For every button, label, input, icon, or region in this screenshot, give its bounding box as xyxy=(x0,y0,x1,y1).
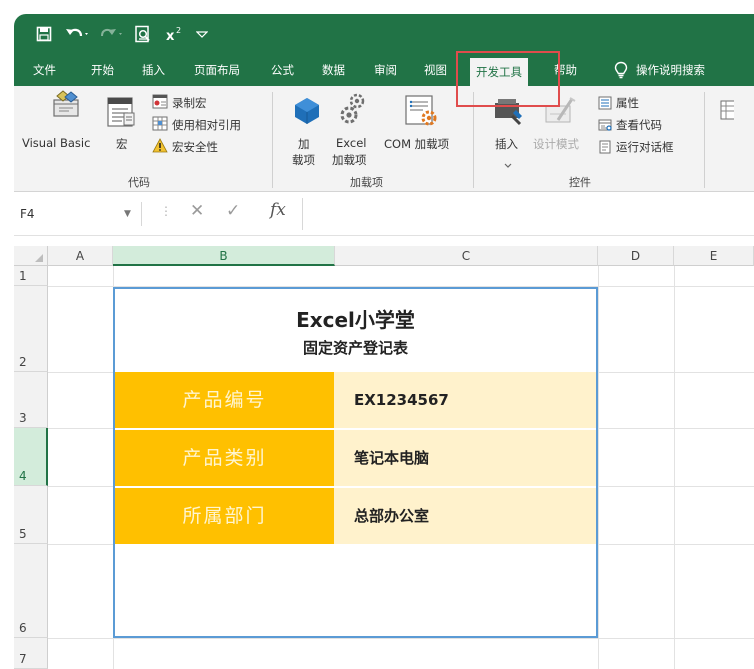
com-addins-icon xyxy=(403,94,439,132)
tab-review[interactable]: 审阅 xyxy=(374,54,397,86)
controls-group-label: 控件 xyxy=(569,176,591,189)
redo-icon[interactable] xyxy=(98,22,126,46)
row-header-6[interactable]: 6 xyxy=(14,544,48,638)
formula-bar: F4 ▼ ⋮ ✕ ✓ fx xyxy=(14,192,754,236)
tab-formulas[interactable]: 公式 xyxy=(271,54,294,86)
macros-icon xyxy=(107,96,137,132)
addins-group-label: 加载项 xyxy=(350,176,383,189)
column-header-b[interactable]: B xyxy=(113,246,335,266)
gridline xyxy=(48,638,754,639)
row-header-3[interactable]: 3 xyxy=(14,372,48,428)
formula-input[interactable] xyxy=(302,198,754,230)
addins-button-line1[interactable]: 加 xyxy=(298,136,310,152)
relative-refs-button[interactable]: 使用相对引用 xyxy=(172,117,241,133)
insert-function-icon[interactable]: fx xyxy=(270,200,286,220)
chevron-down-icon xyxy=(504,154,512,173)
tell-me-label: 操作说明搜索 xyxy=(636,63,705,77)
xml-source-icon[interactable] xyxy=(720,100,736,134)
column-header-e[interactable]: E xyxy=(674,246,754,266)
excel-window: x2 文件 开始 插入 页面布局 公式 数据 审阅 视图 开发工具 帮助 操作说… xyxy=(0,0,754,669)
record-macro-button[interactable]: 录制宏 xyxy=(172,95,207,111)
tell-me-search[interactable]: 操作说明搜索 xyxy=(614,54,705,86)
title-bar: x2 xyxy=(14,14,754,54)
tab-insert[interactable]: 插入 xyxy=(142,54,165,86)
gridline xyxy=(674,266,675,669)
properties-button[interactable]: 属性 xyxy=(616,95,639,111)
excel-addins-icon xyxy=(339,91,371,129)
select-all-corner[interactable] xyxy=(14,246,48,266)
tab-file[interactable]: 文件 xyxy=(33,54,56,86)
row-header-5[interactable]: 5 xyxy=(14,486,48,544)
run-dialog-button[interactable]: 运行对话框 xyxy=(616,139,674,155)
tab-data[interactable]: 数据 xyxy=(322,54,345,86)
excel-addins-button-line1[interactable]: Excel xyxy=(336,136,366,150)
lightbulb-icon xyxy=(614,61,628,79)
group-separator xyxy=(272,92,273,188)
code-group-label: 代码 xyxy=(128,176,150,189)
gridline xyxy=(598,266,599,669)
ribbon-tabs: 文件 开始 插入 页面布局 公式 数据 审阅 视图 开发工具 帮助 操作说明搜索 xyxy=(14,54,754,86)
addins-icon xyxy=(292,96,322,130)
undo-icon[interactable] xyxy=(64,22,92,46)
tab-home[interactable]: 开始 xyxy=(91,54,114,86)
row-header-1[interactable]: 1 xyxy=(14,266,48,286)
row-header-4[interactable]: 4 xyxy=(14,428,48,486)
column-header-a[interactable]: A xyxy=(48,246,113,266)
macro-security-button[interactable]: 宏安全性 xyxy=(172,139,218,155)
relative-refs-icon xyxy=(152,116,168,135)
addins-button-line2[interactable]: 载项 xyxy=(292,152,315,168)
print-preview-icon[interactable] xyxy=(132,22,154,46)
column-header-d[interactable]: D xyxy=(598,246,674,266)
svg-text:x: x xyxy=(166,29,175,43)
com-addins-button[interactable]: COM 加载项 xyxy=(384,136,449,152)
properties-icon xyxy=(598,95,612,114)
customize-qat-icon[interactable] xyxy=(194,22,210,46)
formula-bar-grip-icon: ⋮ xyxy=(160,204,172,218)
cancel-icon[interactable]: ✕ xyxy=(190,201,204,221)
visual-basic-icon xyxy=(51,90,81,122)
insert-control-button[interactable]: 插入 xyxy=(495,136,518,152)
tab-view[interactable]: 视图 xyxy=(424,54,447,86)
save-icon[interactable] xyxy=(34,22,54,46)
macros-button[interactable]: 宏 xyxy=(116,136,128,152)
view-code-button[interactable]: 查看代码 xyxy=(616,117,662,133)
name-box[interactable]: F4 xyxy=(14,202,142,226)
row-header-2[interactable]: 2 xyxy=(14,286,48,372)
view-code-icon xyxy=(598,117,612,136)
table-outline xyxy=(113,287,598,638)
svg-text:2: 2 xyxy=(176,26,181,35)
design-mode-button[interactable]: 设计模式 xyxy=(533,136,579,152)
tab-page-layout[interactable]: 页面布局 xyxy=(194,54,240,86)
group-separator xyxy=(704,92,705,188)
row-header-7[interactable]: 7 xyxy=(14,638,48,669)
name-box-dropdown-icon[interactable]: ▼ xyxy=(124,202,131,226)
developer-tab-highlight xyxy=(456,51,560,107)
ribbon-developer: Visual Basic 宏 录制宏 使用相对引用 宏安全性 代码 加 载项 E… xyxy=(14,86,754,192)
visual-basic-button[interactable]: Visual Basic xyxy=(22,136,90,150)
superscript-icon[interactable]: x2 xyxy=(164,22,186,46)
run-dialog-icon xyxy=(598,139,612,158)
warning-icon xyxy=(152,138,168,157)
record-macro-icon xyxy=(152,94,168,113)
enter-icon[interactable]: ✓ xyxy=(226,201,240,221)
excel-addins-button-line2[interactable]: 加载项 xyxy=(332,152,367,168)
column-header-c[interactable]: C xyxy=(335,246,598,266)
